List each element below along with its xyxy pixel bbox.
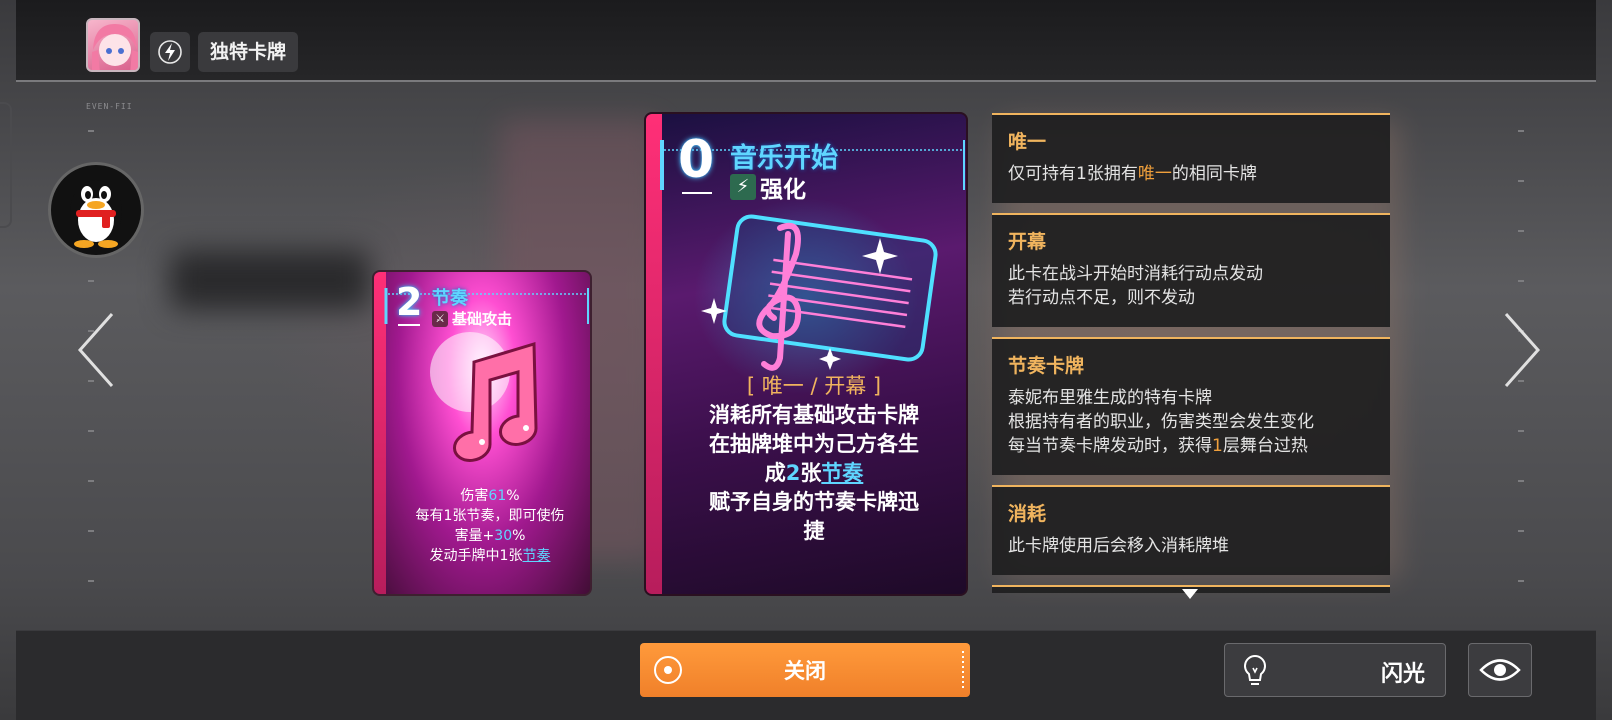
page-title: 独特卡牌 — [198, 32, 299, 72]
character-avatar[interactable] — [86, 18, 140, 72]
keyword-line: 仅可持有1张拥有唯一的相同卡牌 — [1008, 162, 1374, 186]
keyword-line: 此卡在战斗开始时消耗行动点发动 — [1008, 264, 1263, 284]
desc-line: 赋予自身的节奏卡牌迅 — [709, 490, 919, 514]
keyword-text: 层舞台过热 — [1222, 436, 1308, 456]
qq-penguin-icon[interactable] — [48, 162, 144, 258]
desc-text: 害量+ — [454, 528, 495, 544]
close-button[interactable]: 关闭 — [640, 643, 970, 697]
desc-value: 30 — [494, 528, 513, 544]
keyword-title: 开幕 — [1008, 231, 1047, 253]
card-music-start[interactable]: 0 音乐开始 ⚡ 强化 [ 唯一 / 开幕 ] 消耗所有基础攻击卡牌 在抽牌堆中… — [644, 112, 968, 596]
hud-code: EVEN-FII — [86, 102, 133, 111]
keyword-text: 每当节奏卡牌发动时，获得 — [1008, 436, 1212, 456]
card-type-label: 基础攻击 — [452, 310, 513, 328]
card-description: 伤害61% 每有1张节奏，即可使伤 害量+30% 发动手牌中1张节奏 — [388, 486, 590, 566]
keyword-panel-unique: 唯一 仅可持有1张拥有唯一的相同卡牌 — [992, 113, 1390, 203]
desc-text: 伤害 — [460, 488, 489, 504]
keyword-line: 此卡牌使用后会移入消耗牌堆 — [1008, 536, 1229, 556]
keyword-highlight: 唯一 — [1137, 164, 1172, 184]
keyword-line: 泰妮布里雅生成的特有卡牌 — [1008, 388, 1212, 408]
card-keywords: [ 唯一 / 开幕 ] — [746, 374, 882, 398]
keyword-text: 的相同卡牌 — [1171, 164, 1257, 184]
desc-text: % — [506, 488, 520, 504]
eye-icon[interactable] — [1468, 643, 1532, 697]
desc-line: 伤害61% — [388, 486, 590, 506]
cost-underline — [682, 192, 712, 194]
desc-text: 发动手牌中1张 — [429, 548, 523, 564]
target-icon — [654, 656, 682, 684]
scroll-down-indicator[interactable] — [1182, 589, 1198, 599]
lightning-icon: ⚡ — [730, 174, 756, 200]
desc-line: 在抽牌堆中为己方各生 — [709, 432, 919, 456]
keyword-panel-opening: 开幕 此卡在战斗开始时消耗行动点发动 若行动点不足，则不发动 — [992, 213, 1390, 327]
desc-value: 2 — [785, 461, 801, 485]
grip-icon — [962, 651, 964, 689]
lightning-icon — [150, 32, 190, 72]
desc-line: 消耗所有基础攻击卡牌 — [709, 403, 919, 427]
card-name: 节奏 — [432, 288, 468, 309]
background-blur — [170, 250, 370, 310]
desc-text: % — [512, 528, 526, 544]
desc-keyword: 节奏 — [522, 548, 551, 564]
desc-keyword: 节奏 — [821, 461, 864, 485]
cost-underline — [398, 324, 420, 326]
keyword-line: 根据持有者的职业，伤害类型会发生变化 — [1008, 412, 1314, 432]
card-description: [ 唯一 / 开幕 ] 消耗所有基础攻击卡牌 在抽牌堆中为己方各生 成2张节奏 … — [664, 372, 964, 546]
desc-line: 成2张节奏 — [664, 459, 964, 488]
keyword-title: 节奏卡牌 — [1008, 355, 1085, 377]
desc-line: 捷 — [803, 519, 825, 543]
card-cost: 0 — [678, 130, 715, 190]
keyword-title: 唯一 — [1008, 131, 1047, 153]
desc-text: 成 — [764, 461, 786, 485]
chevron-right-icon[interactable] — [1494, 310, 1544, 390]
keyword-line: 若行动点不足，则不发动 — [1008, 288, 1195, 308]
keyword-title: 消耗 — [1008, 503, 1047, 525]
card-type: ⚔ 基础攻击 — [432, 308, 512, 329]
keyword-highlight: 1 — [1212, 436, 1223, 456]
side-tab-handle[interactable] — [0, 102, 12, 228]
card-rhythm[interactable]: 2 节奏 ⚔ 基础攻击 伤害61% 每有1张节奏，即可使伤 害量+30% 发动手… — [372, 270, 592, 596]
flash-button-label: 闪光 — [1380, 662, 1425, 687]
keyword-panel-rhythm-card: 节奏卡牌 泰妮布里雅生成的特有卡牌 根据持有者的职业，伤害类型会发生变化 每当节… — [992, 337, 1390, 475]
desc-line: 害量+30% — [388, 526, 590, 546]
crossed-swords-icon: ⚔ — [432, 310, 448, 327]
flash-button[interactable]: 闪光 — [1224, 643, 1446, 697]
desc-line: 每有1张节奏，即可使伤 — [415, 508, 565, 524]
keyword-text: 仅可持有1张拥有 — [1008, 164, 1138, 184]
close-button-label: 关闭 — [784, 659, 826, 683]
card-cost: 2 — [396, 280, 423, 324]
top-bar: 独特卡牌 — [16, 0, 1596, 82]
desc-value: 61 — [488, 488, 507, 504]
game-screen: 独特卡牌 EVEN-FII 2 节奏 ⚔ 基础攻击 伤害61% 每有1张节奏，即… — [0, 0, 1612, 720]
keyword-panel-exhaust: 消耗 此卡牌使用后会移入消耗牌堆 — [992, 485, 1390, 575]
desc-line: 发动手牌中1张节奏 — [388, 546, 590, 566]
treble-clef-icon — [701, 214, 938, 371]
desc-text: 张 — [800, 461, 822, 485]
music-note-icon — [430, 332, 538, 462]
lightbulb-icon — [1244, 654, 1266, 685]
keyword-line: 每当节奏卡牌发动时，获得1层舞台过热 — [1008, 434, 1374, 458]
chevron-left-icon[interactable] — [74, 310, 124, 390]
